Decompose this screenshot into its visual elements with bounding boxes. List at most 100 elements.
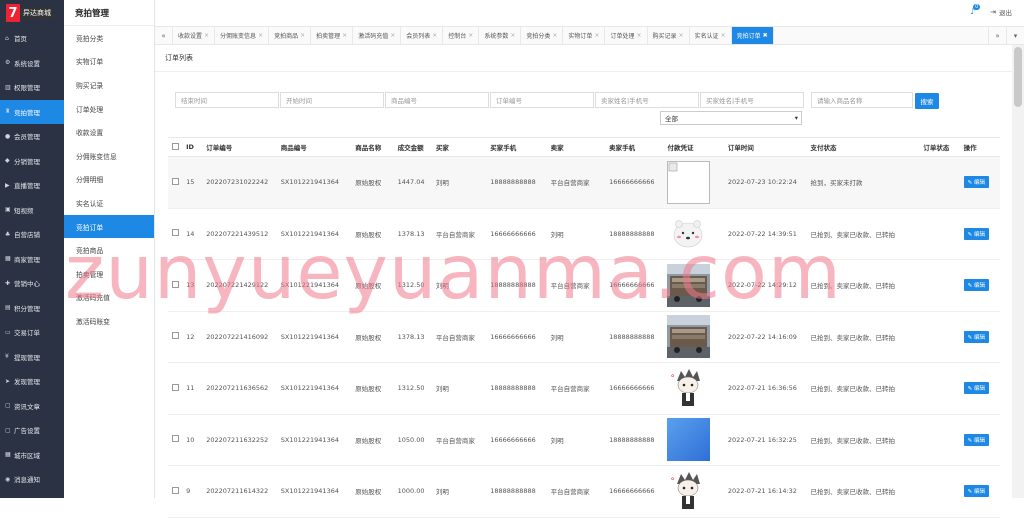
edit-button[interactable]: ✎ 编辑 [963,433,989,446]
nav-item-13[interactable]: ¥ 提现管理 [0,345,64,370]
broken-image-icon[interactable] [667,160,711,204]
edit-button[interactable]: ✎ 编辑 [963,279,989,292]
truck-image[interactable] [667,263,711,307]
vertical-scrollbar[interactable] [1012,45,1024,498]
truck-image[interactable] [667,315,711,359]
notification-button[interactable]: ♪ 0 [970,4,981,17]
nav-item-17[interactable]: ▦ 城市区域 [0,443,64,468]
tab-item[interactable]: 竞拍分类 × [521,27,564,44]
nav-item-14[interactable]: ➤ 发现管理 [0,369,64,394]
close-icon[interactable]: × [432,32,437,39]
close-icon[interactable]: × [342,32,347,39]
nav-item-7[interactable]: ▣ 短视频 [0,198,64,223]
bear-image[interactable] [667,212,711,256]
tab-item[interactable]: 收款设置 × [173,27,216,44]
sub-nav-item[interactable]: 激活码账变 [64,309,154,333]
close-icon[interactable]: × [258,32,263,39]
nav-item-5[interactable]: ◆ 分销管理 [0,149,64,174]
edit-button[interactable]: ✎ 编辑 [963,227,989,240]
tab-item[interactable]: 竞拍商品 × [269,27,312,44]
close-icon[interactable]: × [679,32,684,39]
scrollbar-thumb[interactable] [1014,47,1022,107]
close-icon[interactable]: × [300,32,305,39]
sub-nav-item[interactable]: 实名认证 [64,191,154,215]
nav-item-2[interactable]: ▥ 权限管理 [0,75,64,100]
end-time-input[interactable]: 结束时间 [175,92,279,108]
buyer-input[interactable]: 买家姓名|手机号 [700,92,804,108]
sub-nav-item[interactable]: 收款设置 [64,120,154,144]
nav-item-11[interactable]: ▤ 积分管理 [0,296,64,321]
tab-item[interactable]: 系统参数 × [479,27,522,44]
blue-image[interactable] [667,418,711,462]
close-icon[interactable]: × [552,32,557,39]
row-checkbox[interactable] [172,177,179,185]
sub-nav-item[interactable]: 竞拍订单 [64,214,154,239]
tab-item[interactable]: 拍卖管理 × [311,27,354,44]
sub-nav-item[interactable]: 竞拍分类 [64,26,154,50]
nav-item-10[interactable]: ✚ 营销中心 [0,271,64,296]
close-icon[interactable]: × [390,32,395,39]
edit-button[interactable]: ✎ 编辑 [963,382,989,395]
nav-item-0[interactable]: ⌂ 首页 [0,26,64,51]
tab-item[interactable]: 竞拍订单 ✖ [731,27,774,44]
nav-item-9[interactable]: ▦ 商家管理 [0,247,64,272]
sub-nav-item[interactable]: 竞拍商品 [64,238,154,262]
tab-item[interactable]: 激活码充值 × [353,27,402,44]
tab-item[interactable]: 实名认证 × [690,27,732,44]
tab-scroll-left-button[interactable]: « [155,27,173,44]
tab-item[interactable]: 分佣账变信息 × [215,27,270,44]
seller-input[interactable]: 卖家姓名|手机号 [595,92,699,108]
tab-item[interactable]: 订单处理 × [605,27,648,44]
close-icon[interactable]: × [468,32,473,39]
tab-item[interactable]: 购买记录 × [648,27,690,44]
select-all-checkbox[interactable] [172,142,179,150]
product-name-input[interactable]: 请输入商品名称 [811,92,913,108]
tab-menu-button[interactable]: ▾ [1006,27,1024,44]
tab-item[interactable]: 控制台 × [443,27,480,44]
row-checkbox[interactable] [172,280,179,288]
edit-button[interactable]: ✎ 编辑 [963,330,989,343]
row-checkbox[interactable] [172,229,179,237]
nav-item-1[interactable]: ⚙ 系统设置 [0,51,64,76]
start-time-input[interactable]: 开始时间 [280,92,384,108]
order-no-input[interactable]: 订单编号 [490,92,594,108]
sub-nav-item[interactable]: 订单处理 [64,97,154,121]
logout-button[interactable]: ⇥ 退出 [990,7,1012,17]
edit-button[interactable]: ✎ 编辑 [963,176,989,189]
cell-amount: 1000.00 [393,465,432,518]
product-no-input[interactable]: 商品编号 [385,92,489,108]
close-icon[interactable]: × [204,32,209,39]
close-icon[interactable]: ✖ [763,32,768,39]
sub-nav-item[interactable]: 激活码充值 [64,286,154,310]
row-checkbox[interactable] [172,435,179,443]
nav-item-3[interactable]: ♜ 竞拍管理 [0,99,64,124]
sub-nav-item[interactable]: 拍卖管理 [64,262,154,286]
nav-item-18[interactable]: ◉ 消息通知 [0,467,64,492]
edit-button[interactable]: ✎ 编辑 [963,485,989,498]
nav-item-12[interactable]: ▭ 交易订单 [0,320,64,345]
close-icon[interactable]: × [510,32,515,39]
row-checkbox[interactable] [172,383,179,391]
close-icon[interactable]: × [636,32,641,39]
search-button[interactable]: 搜索 [915,93,939,109]
status-select[interactable]: 全部 ▾ [660,111,802,125]
nav-item-4[interactable]: ● 会员管理 [0,124,64,149]
tab-scroll-right-button[interactable]: » [988,27,1006,44]
row-checkbox[interactable] [172,332,179,340]
nav-item-16[interactable]: ▢ 广告设置 [0,418,64,443]
close-icon[interactable]: × [594,32,599,39]
sub-nav-item[interactable]: 分佣明细 [64,168,154,192]
sub-nav-item[interactable]: 分佣账变信息 [64,144,154,168]
nav-item-6[interactable]: ▶ 直播管理 [0,173,64,198]
row-checkbox[interactable] [172,486,179,494]
nav-item-8[interactable]: ♣ 自营店铺 [0,222,64,247]
tab-item[interactable]: 实物订单 × [563,27,606,44]
anime-image[interactable]: ✿ [667,366,711,410]
tab-item[interactable]: 会员列表 × [401,27,444,44]
sub-nav-item[interactable]: 实物订单 [64,50,154,74]
nav-item-15[interactable]: ▢ 资讯文章 [0,394,64,419]
brand-logo[interactable]: 7 异达商城 [0,0,64,26]
close-icon[interactable]: × [721,32,726,39]
anime-image[interactable]: ✿ [667,469,711,513]
sub-nav-item[interactable]: 购买记录 [64,73,154,97]
